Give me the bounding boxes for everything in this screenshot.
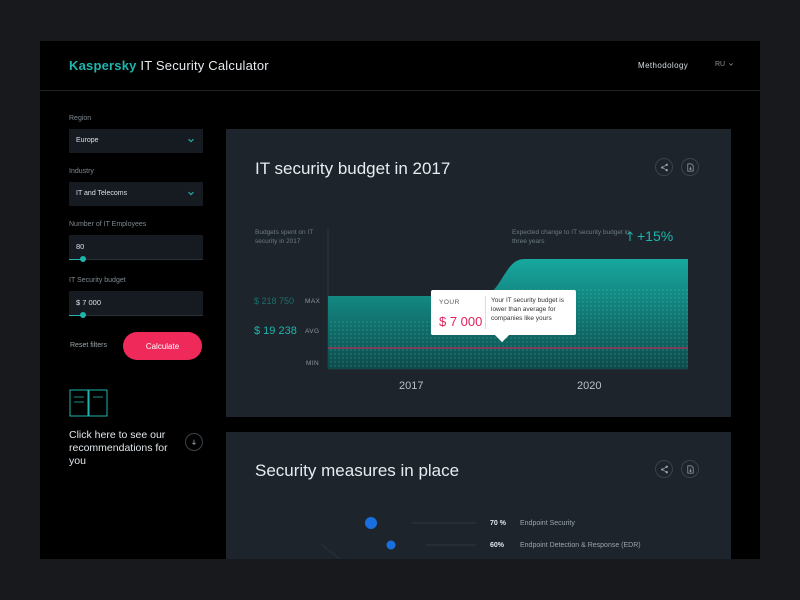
methodology-link[interactable]: Methodology <box>638 61 688 70</box>
max-value: $ 218 750 <box>254 296 295 306</box>
measure-name: Endpoint Detection & Response (EDR) <box>520 542 641 549</box>
recommendations-text[interactable]: Click here to see our recommendations fo… <box>69 429 179 468</box>
your-budget-tooltip: YOUR $ 7 000 Your IT security budget is … <box>431 290 576 343</box>
recommendations-button[interactable] <box>185 433 203 451</box>
region-select[interactable]: Europe <box>69 129 203 153</box>
tooltip-divider <box>485 296 486 329</box>
chevron-down-icon <box>729 63 734 66</box>
employees-slider-track[interactable] <box>69 259 203 260</box>
chevron-down-icon <box>188 138 194 143</box>
measure-pct: 60% <box>490 542 505 549</box>
employees-value: 80 <box>76 242 85 251</box>
region-label: Region <box>69 115 92 122</box>
budget-label: IT Security budget <box>69 277 126 284</box>
year-end-label: 2020 <box>577 380 602 392</box>
min-label: MIN <box>306 360 320 367</box>
budget-chart <box>327 229 688 370</box>
employees-slider-handle[interactable] <box>80 256 86 262</box>
measure-dot[interactable] <box>365 517 377 529</box>
budget-card: IT security budget in 2017 Budgets spent… <box>226 129 731 417</box>
chevron-down-icon <box>188 191 194 196</box>
industry-label: Industry <box>69 168 94 175</box>
employees-input[interactable]: 80 <box>69 235 203 259</box>
max-label: MAX <box>305 298 321 305</box>
language-label: RU <box>715 61 726 68</box>
measures-card: Security measures in place 70 % Endpoint… <box>226 432 731 559</box>
budget-value: $ 7 000 <box>76 298 102 307</box>
app-window: Kaspersky IT Security Calculator Methodo… <box>40 41 760 559</box>
reset-filters-link[interactable]: Reset filters <box>70 342 107 349</box>
avg-label: AVG <box>305 328 320 335</box>
industry-value: IT and Telecoms <box>76 190 128 197</box>
year-start-label: 2017 <box>399 380 424 392</box>
measure-pct: 70 % <box>490 520 506 527</box>
arrow-down-icon <box>192 439 196 445</box>
calculate-button[interactable]: Calculate <box>123 332 202 360</box>
chart-connector-line <box>320 543 341 559</box>
budget-input[interactable]: $ 7 000 <box>69 291 203 315</box>
employees-label: Number of IT Employees <box>69 221 147 228</box>
avg-value: $ 19 238 <box>254 325 297 337</box>
measure-name: Endpoint Security <box>520 520 575 527</box>
top-bar: Kaspersky IT Security Calculator Methodo… <box>40 41 760 91</box>
app-title: Kaspersky IT Security Calculator <box>69 58 269 73</box>
language-selector[interactable]: RU <box>715 61 734 68</box>
book-icon <box>69 389 108 417</box>
measures-chart <box>320 517 476 559</box>
region-value: Europe <box>76 137 99 144</box>
budget-slider-track[interactable] <box>69 315 203 316</box>
budget-slider-handle[interactable] <box>80 312 86 318</box>
app-title-text: IT Security Calculator <box>140 58 269 73</box>
tooltip-message: Your IT security budget is lower than av… <box>491 297 564 322</box>
measure-dot[interactable] <box>386 540 396 550</box>
tooltip-amount: $ 7 000 <box>439 314 483 329</box>
brand-name: Kaspersky <box>69 58 137 73</box>
industry-select[interactable]: IT and Telecoms <box>69 182 203 206</box>
tooltip-label: YOUR <box>439 299 460 306</box>
